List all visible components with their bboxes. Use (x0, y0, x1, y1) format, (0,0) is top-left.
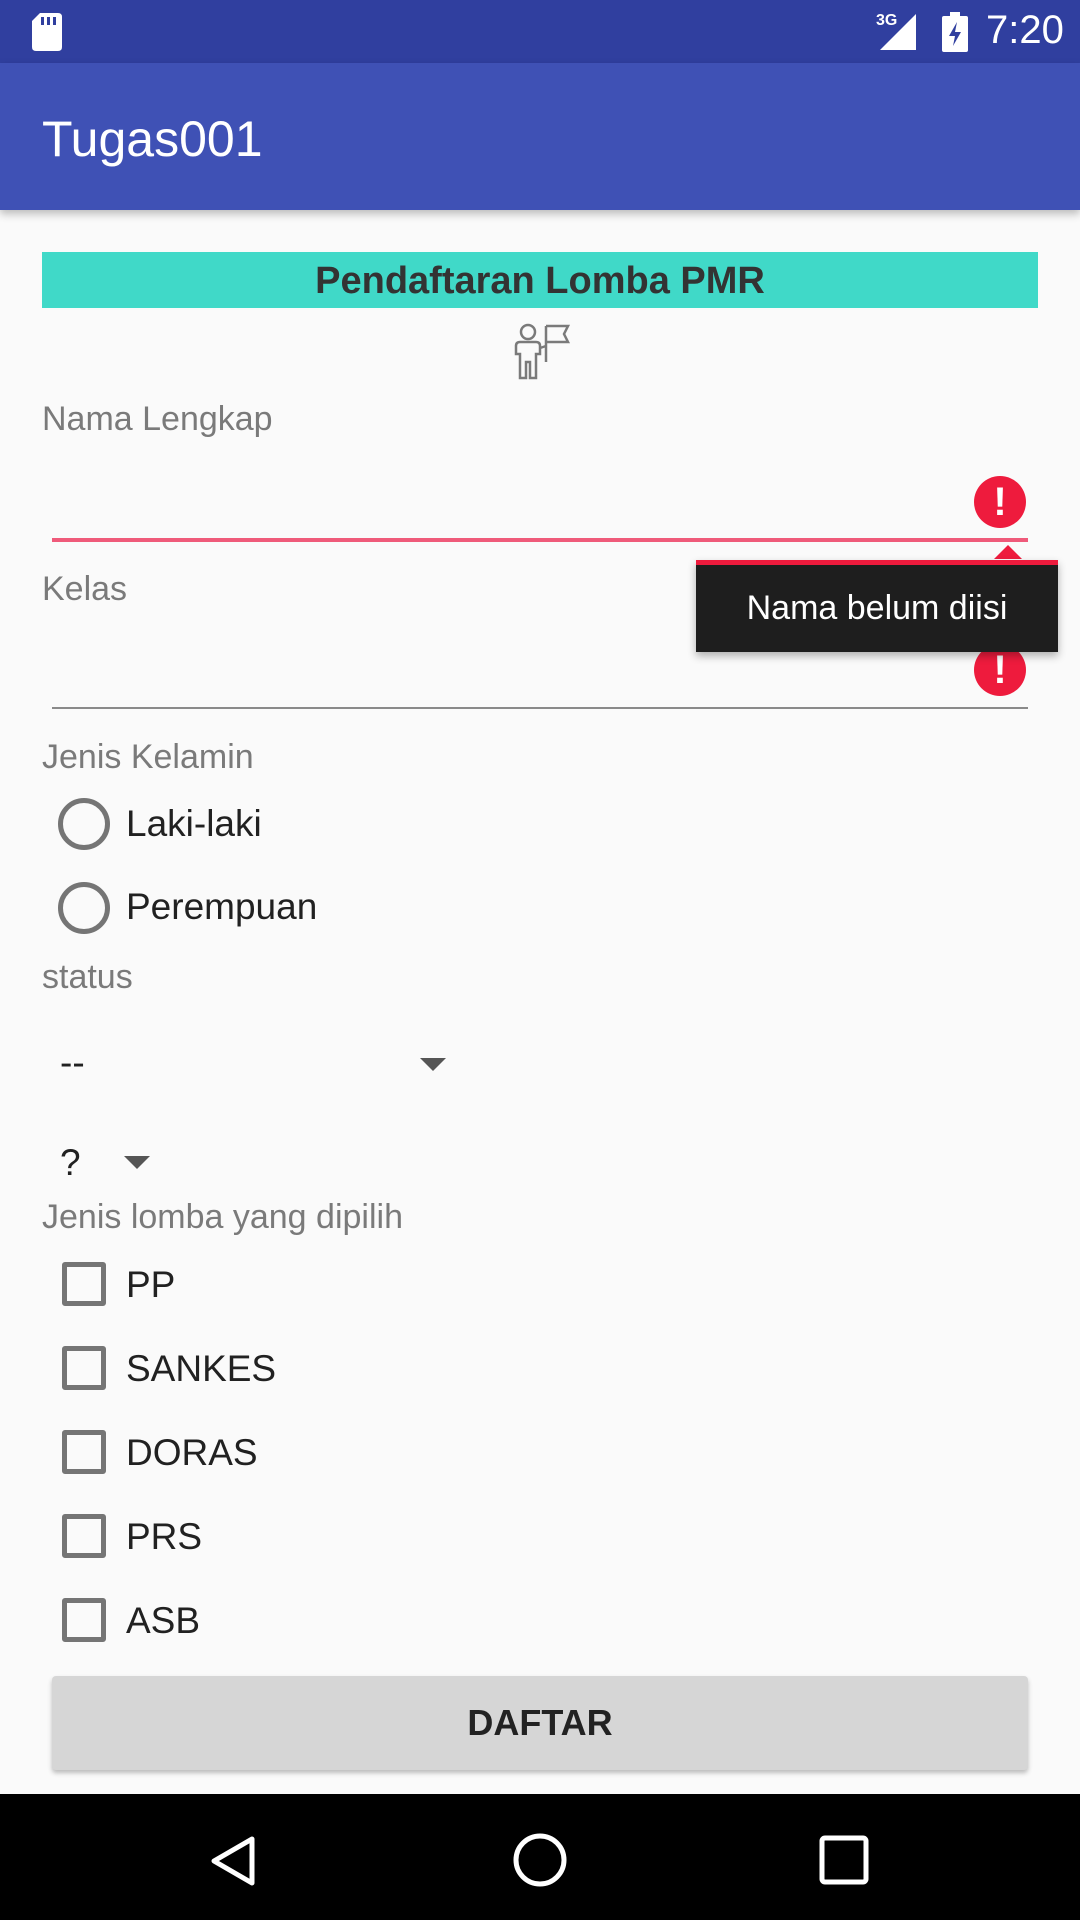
radio-laki-laki-label[interactable]: Laki-laki (126, 803, 262, 845)
error-tooltip: Nama belum diisi (696, 560, 1058, 652)
checkbox-asb[interactable] (62, 1598, 106, 1642)
checkbox-prs[interactable] (62, 1514, 106, 1558)
checkbox-doras-label[interactable]: DORAS (126, 1432, 258, 1474)
dropdown-caret-icon (420, 1058, 446, 1071)
checkbox-pp[interactable] (62, 1262, 106, 1306)
battery-icon (942, 12, 968, 52)
checkbox-doras[interactable] (62, 1430, 106, 1474)
form-header: Pendaftaran Lomba PMR (42, 252, 1038, 308)
recent-apps-icon[interactable] (818, 1834, 870, 1886)
checkbox-sankes-label[interactable]: SANKES (126, 1348, 276, 1390)
checkbox-sankes[interactable] (62, 1346, 106, 1390)
nama-label: Nama Lengkap (42, 400, 273, 438)
dropdown-caret-icon (124, 1156, 150, 1169)
radio-laki-laki[interactable] (58, 798, 110, 850)
nama-field[interactable] (52, 470, 972, 540)
status-label: status (42, 958, 133, 996)
home-icon[interactable] (510, 1830, 570, 1890)
nama-underline (52, 538, 1028, 542)
daftar-button[interactable]: DAFTAR (52, 1676, 1028, 1770)
app-title: Tugas001 (42, 111, 263, 167)
secondary-spinner[interactable]: ? (42, 1130, 172, 1190)
checkbox-asb-label[interactable]: ASB (126, 1600, 200, 1642)
network-type-label: 3G (876, 12, 898, 29)
kelas-label: Kelas (42, 570, 128, 608)
checkbox-pp-label[interactable]: PP (126, 1264, 175, 1306)
radio-perempuan-label[interactable]: Perempuan (126, 886, 317, 928)
gender-label: Jenis Kelamin (42, 738, 254, 776)
radio-perempuan[interactable] (58, 882, 110, 934)
checkbox-prs-label[interactable]: PRS (126, 1516, 202, 1558)
person-flag-icon (514, 323, 571, 380)
error-tooltip-text: Nama belum diisi (746, 589, 1008, 627)
clock: 7:20 (986, 8, 1064, 52)
status-bar (0, 0, 1080, 63)
secondary-spinner-value: ? (60, 1142, 81, 1183)
error-tooltip-arrow (994, 545, 1022, 559)
kelas-underline (52, 707, 1028, 709)
back-icon[interactable] (206, 1833, 262, 1889)
status-spinner-value: -- (60, 1042, 85, 1083)
status-spinner[interactable]: -- (42, 1028, 462, 1100)
lomba-label: Jenis lomba yang dipilih (42, 1198, 403, 1236)
signal-icon: 3G (876, 12, 918, 52)
sd-card-icon (32, 13, 62, 51)
error-icon: ! (974, 476, 1026, 528)
